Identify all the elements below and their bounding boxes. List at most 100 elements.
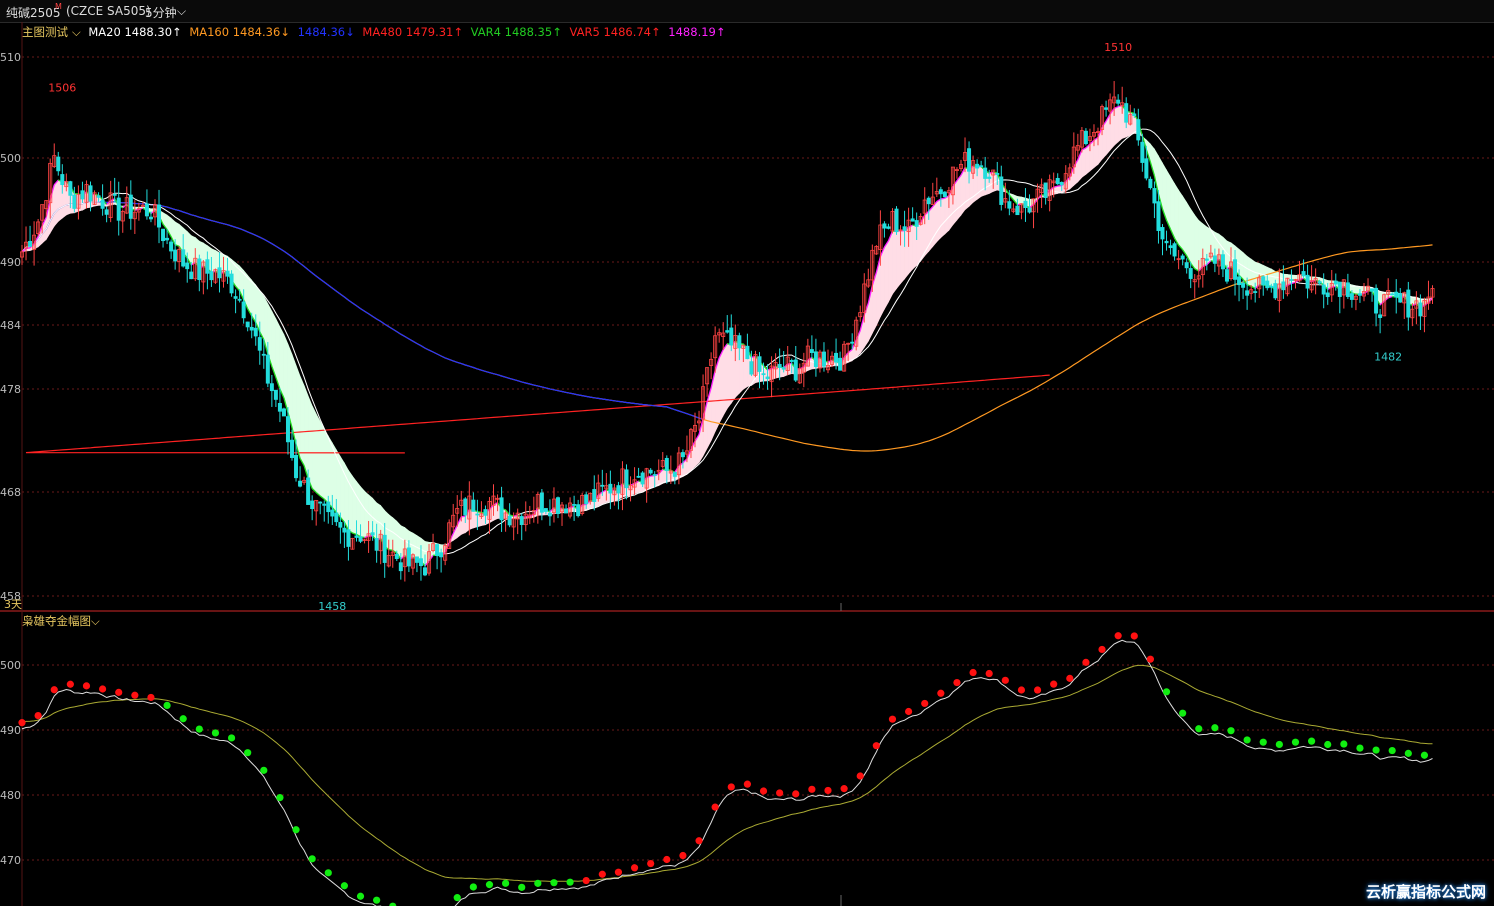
signal-dot — [679, 851, 687, 860]
candle-body — [253, 327, 258, 337]
signal-dot — [937, 689, 945, 697]
candle-body — [821, 351, 826, 367]
cloud-band — [307, 395, 313, 489]
candle-body — [1390, 293, 1395, 296]
candle-body — [435, 544, 440, 556]
signal-dot — [1114, 632, 1122, 640]
candle-body — [330, 509, 335, 517]
signal-dot — [888, 715, 897, 723]
cloud-band — [45, 199, 51, 241]
price-annotation: 1482 — [1374, 350, 1402, 363]
cloud-band — [912, 224, 917, 270]
signal-dot — [1098, 645, 1106, 654]
var-line-segment — [388, 548, 393, 552]
cloud-band — [730, 340, 736, 405]
candle-body — [765, 376, 770, 380]
candle-body — [983, 167, 988, 179]
candle-body — [1148, 178, 1153, 189]
ma20-line — [21, 128, 1433, 555]
candle-body — [68, 181, 73, 196]
candle-body — [463, 498, 468, 516]
sub-indicator-title[interactable]: 枭雄夺金幅图⌵ — [22, 613, 100, 629]
candle-body — [237, 298, 242, 301]
candle-body — [894, 208, 899, 233]
candle-body — [1104, 107, 1109, 110]
candle-body — [507, 515, 512, 526]
candle-body — [1136, 119, 1141, 141]
y-tick-label: 490 — [0, 256, 21, 269]
cloud-band — [400, 525, 406, 560]
cloud-band — [964, 167, 970, 211]
signal-dot — [340, 882, 348, 890]
candle-body — [926, 197, 931, 205]
candle-body — [334, 512, 339, 523]
candle-body — [249, 326, 254, 331]
candle-body — [616, 485, 621, 494]
chevron-down-icon[interactable]: ⌵ — [91, 614, 100, 628]
candle-body — [157, 204, 162, 228]
cloud-band — [952, 179, 958, 226]
signal-dot — [1017, 686, 1026, 694]
cloud-band — [1194, 214, 1200, 272]
signal-dot — [1259, 738, 1267, 746]
signal-dot — [743, 780, 752, 788]
candle-body — [96, 195, 101, 198]
candle-body — [838, 357, 843, 371]
candle-body — [1357, 293, 1362, 296]
candle-body — [370, 532, 375, 536]
candle-body — [543, 508, 548, 512]
signal-dot — [131, 691, 139, 699]
candle-body — [197, 258, 202, 281]
candle-body — [398, 562, 403, 572]
signal-dot — [50, 686, 58, 694]
signal-dot — [1308, 737, 1316, 745]
candle-body — [999, 176, 1004, 205]
signal-dot — [1388, 746, 1396, 755]
signal-dot — [1050, 680, 1058, 688]
signal-dot — [292, 826, 300, 834]
signal-dot — [824, 786, 832, 795]
cloud-band — [739, 343, 744, 394]
candle-body — [1398, 293, 1403, 303]
cloud-band — [726, 343, 732, 410]
candle-body — [1124, 103, 1129, 123]
candle-body — [636, 475, 641, 478]
cloud-band — [916, 221, 921, 267]
candle-body — [777, 364, 782, 369]
candle-body — [318, 501, 323, 504]
candle-body — [322, 503, 327, 506]
signal-dot — [727, 783, 735, 791]
var-line-segment — [993, 171, 998, 174]
candle-body — [672, 471, 677, 477]
cloud-band — [299, 375, 305, 466]
y-tick-label: 510 — [0, 51, 21, 64]
cloud-band — [1113, 106, 1119, 147]
candle-body — [148, 216, 153, 220]
candle-body — [640, 472, 645, 485]
cloud-band — [775, 366, 780, 379]
cloud-band — [356, 480, 361, 538]
candle-body — [281, 408, 286, 417]
candle-body — [1321, 284, 1326, 295]
candle-body — [310, 500, 315, 510]
candle-body — [225, 270, 230, 277]
candle-body — [1188, 268, 1193, 279]
candle-body — [374, 537, 379, 551]
candle-body — [1180, 255, 1185, 260]
kline-chart[interactable]: 5105004904844784684585004904804701506151… — [0, 0, 1494, 906]
candle-body — [781, 367, 786, 370]
candle-body — [261, 353, 266, 356]
candle-body — [886, 226, 891, 229]
candle-body — [1406, 289, 1411, 318]
candle-body — [1168, 245, 1173, 249]
candle-body — [205, 259, 210, 274]
signal-dot — [872, 742, 880, 750]
cloud-band — [1170, 175, 1175, 239]
candle-body — [28, 240, 33, 247]
candle-body — [1245, 290, 1250, 296]
cloud-band — [944, 195, 950, 235]
cloud-band — [735, 340, 740, 399]
candle-body — [217, 267, 222, 279]
cloud-band — [900, 230, 905, 285]
candle-body — [245, 321, 250, 328]
